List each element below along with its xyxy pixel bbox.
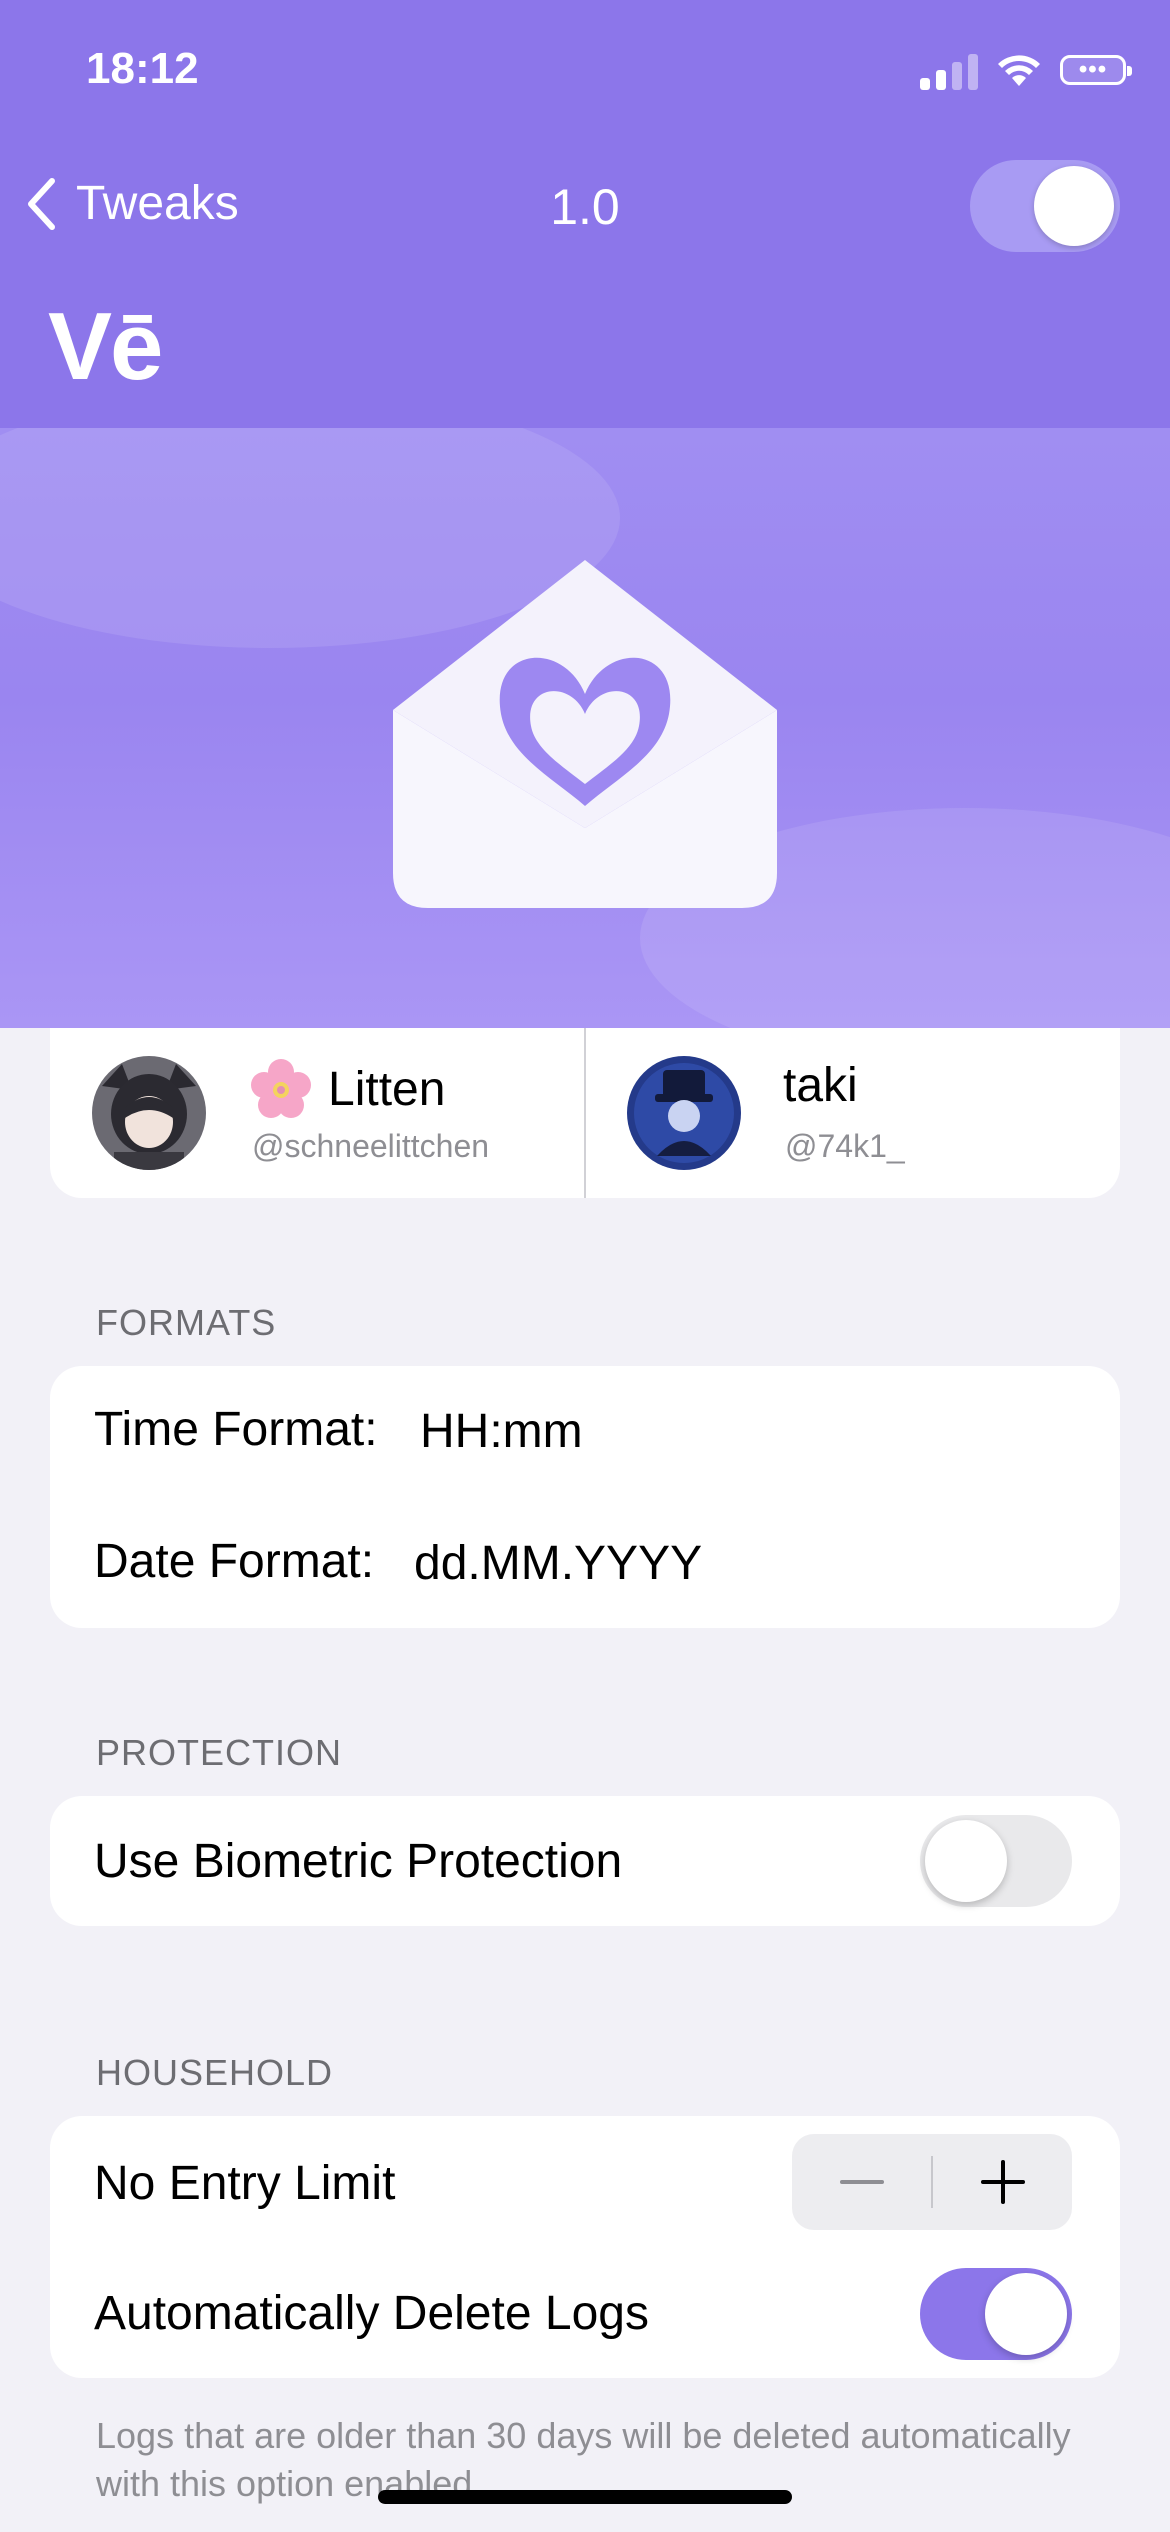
home-indicator[interactable] [378,2490,792,2504]
hero-banner [0,428,1170,1028]
toggle-knob [985,2273,1067,2355]
minus-icon [839,2180,884,2184]
biometric-toggle[interactable] [920,1815,1072,1907]
developer-name: taki [783,1059,858,1112]
entry-limit-stepper[interactable] [792,2134,1072,2230]
section-header-household: HOUSEHOLD [96,2052,334,2093]
biometric-label: Use Biometric Protection [94,1835,623,1888]
developer-litten[interactable]: Litten @schneelittchen [50,1028,584,1198]
entry-limit-label: No Entry Limit [94,2157,396,2210]
cherry-blossom-icon [251,1059,311,1118]
toggle-knob [1034,166,1114,246]
section-header-protection: PROTECTION [96,1732,343,1773]
envelope-heart-icon [393,560,777,908]
toggle-knob [925,1820,1007,1902]
enable-tweak-toggle[interactable] [970,160,1120,252]
plus-icon [980,2160,1025,2204]
time-format-field[interactable]: HH:mm [420,1404,583,1459]
status-icons: ••• [920,48,1132,92]
auto-delete-label: Automatically Delete Logs [94,2287,649,2340]
avatar [627,1056,741,1170]
protection-card: Use Biometric Protection [50,1796,1120,1926]
developer-taki[interactable]: taki @74k1_ [585,1028,1119,1198]
status-time: 18:12 [86,44,199,93]
auto-delete-toggle[interactable] [920,2268,1072,2360]
developer-handle: @schneelittchen [252,1128,490,1164]
wifi-icon [998,55,1040,86]
date-format-field[interactable]: dd.MM.YYYY [414,1536,702,1591]
developer-handle: @74k1_ [785,1128,905,1164]
decrement-button[interactable] [792,2134,931,2230]
section-header-formats: FORMATS [96,1302,277,1343]
battery-text: ••• [1078,56,1108,83]
app-logo: Vē [48,293,163,400]
avatar [92,1056,206,1170]
cellular-signal-icon [920,50,978,90]
date-format-label: Date Format: [94,1535,375,1588]
formats-card: Time Format: HH:mm Date Format: dd.MM.YY… [50,1366,1120,1628]
battery-icon: ••• [1060,55,1132,85]
time-format-label: Time Format: [94,1403,378,1456]
increment-button[interactable] [933,2134,1072,2230]
developers-card: Litten @schneelittchen taki @74k1_ [50,1028,1120,1198]
header-bar: 18:12 ••• Tweaks 1.0 Vē [0,0,1170,428]
household-card: No Entry Limit Automatically Delete Logs [50,2116,1120,2378]
developer-name: Litten [328,1062,446,1116]
